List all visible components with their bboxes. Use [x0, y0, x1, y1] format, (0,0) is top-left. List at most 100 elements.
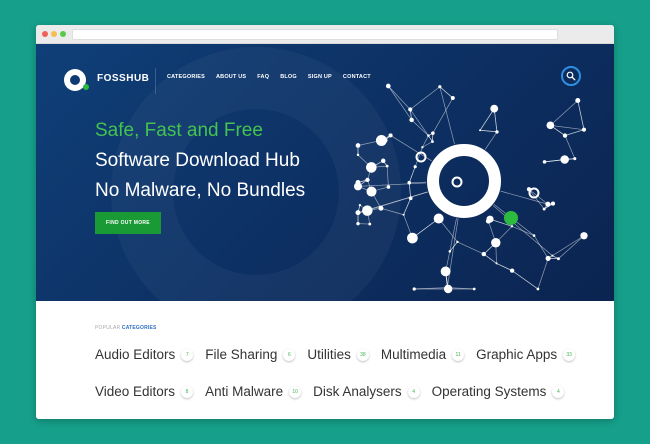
network-node: [575, 98, 581, 104]
network-node: [365, 177, 370, 183]
network-node: [510, 225, 514, 228]
network-node: [402, 213, 405, 216]
network-node: [495, 130, 499, 134]
network-node: [358, 203, 362, 207]
network-edge: [457, 241, 484, 255]
network-edge: [403, 198, 412, 215]
network-edge: [408, 182, 412, 199]
category-name: Graphic Apps: [476, 347, 558, 362]
network-node: [407, 180, 412, 185]
category-count: 7: [181, 348, 194, 361]
category-name: Utilities: [307, 347, 351, 362]
category-anti-malware[interactable]: Anti Malware 10: [205, 384, 302, 399]
nav-faq[interactable]: FAQ: [257, 74, 269, 80]
network-node: [433, 213, 444, 224]
nav-contact[interactable]: CONTACT: [343, 74, 371, 80]
network-edge: [558, 235, 585, 259]
network-edge: [357, 182, 427, 187]
network-node: [431, 131, 435, 135]
network-edge: [380, 207, 404, 216]
network-edge: [386, 166, 389, 187]
network-edge: [408, 166, 416, 183]
network-node: [486, 215, 494, 223]
category-row-2: Video Editors 8 Anti Malware 10 Disk Analy…: [95, 384, 565, 399]
address-bar[interactable]: [72, 29, 558, 40]
network-edge: [439, 86, 454, 99]
network-edge: [446, 218, 459, 288]
network-node: [375, 134, 387, 146]
category-count: 4: [407, 385, 420, 398]
network-node: [479, 129, 482, 132]
network-node: [388, 133, 393, 138]
network-node: [356, 221, 360, 226]
category-count: 38: [356, 348, 369, 361]
network-center-ring: [427, 144, 501, 218]
network-node: [573, 157, 577, 161]
network-edge: [533, 235, 549, 259]
network-node: [545, 255, 551, 261]
minimize-window-button[interactable]: [51, 31, 57, 37]
category-name: File Sharing: [205, 347, 278, 362]
network-node: [378, 205, 384, 211]
network-node: [386, 185, 391, 189]
category-count: 11: [452, 348, 465, 361]
network-node: [580, 232, 588, 240]
network-edge: [483, 253, 497, 264]
category-name: Multimedia: [380, 347, 447, 362]
network-node: [546, 121, 555, 130]
header-divider: [155, 68, 156, 94]
nav-about-us[interactable]: ABOUT US: [216, 74, 246, 80]
category-graphic-apps[interactable]: Graphic Apps 33: [476, 347, 576, 362]
network-node: [542, 160, 547, 164]
heading-highlight: CATEGORIES: [121, 325, 157, 331]
network-node: [408, 107, 413, 112]
network-node: [581, 127, 587, 132]
category-multimedia[interactable]: Multimedia 11: [380, 347, 465, 362]
network-node: [355, 143, 361, 148]
find-out-more-button[interactable]: FIND OUT MORE: [95, 212, 161, 234]
search-icon: [566, 71, 576, 81]
category-count: 33: [563, 348, 576, 361]
hero-headline-2: Software Download Hub: [95, 150, 300, 171]
network-node: [550, 201, 556, 206]
network-node: [356, 211, 360, 215]
network-node: [413, 165, 417, 169]
network-node: [421, 146, 424, 149]
network-node: [407, 232, 418, 244]
network-node: [362, 205, 373, 216]
network-node: [490, 104, 499, 113]
hero-headline-3: No Malware, No Bundles: [95, 180, 306, 201]
maximize-window-button[interactable]: [60, 31, 66, 37]
network-node: [560, 155, 569, 164]
network-node: [431, 140, 434, 143]
category-operating-systems[interactable]: Operating Systems 4: [432, 384, 565, 399]
category-name: Audio Editors: [95, 347, 176, 362]
nav-blog[interactable]: BLOG: [280, 74, 297, 80]
category-audio-editors[interactable]: Audio Editors 7: [95, 347, 194, 362]
category-file-sharing[interactable]: File Sharing 6: [205, 347, 296, 362]
logo-text[interactable]: FOSSHUB: [97, 73, 149, 84]
network-edge: [496, 263, 513, 271]
category-utilities[interactable]: Utilities 38: [307, 347, 369, 362]
browser-titlebar: [36, 25, 614, 44]
network-node: [450, 96, 455, 101]
close-window-button[interactable]: [42, 31, 48, 37]
heading-prefix: POPULAR: [95, 325, 122, 331]
network-node: [542, 207, 546, 211]
network-node: [409, 117, 414, 123]
network-edge: [409, 109, 429, 136]
network-node: [427, 134, 430, 137]
network-edge: [411, 119, 429, 136]
network-edge: [409, 181, 427, 184]
search-button[interactable]: [561, 66, 581, 86]
nav-sign-up[interactable]: SIGN UP: [308, 74, 332, 80]
category-disk-analysers[interactable]: Disk Analysers 4: [313, 384, 420, 399]
popular-categories-heading: POPULAR CATEGORIES: [95, 325, 157, 331]
category-video-editors[interactable]: Video Editors 8: [95, 384, 194, 399]
network-node: [443, 284, 453, 294]
nav-categories[interactable]: CATEGORIES: [167, 74, 205, 80]
network-node: [472, 287, 476, 291]
network-node: [536, 287, 540, 291]
category-count: 6: [283, 348, 296, 361]
network-edge: [492, 205, 553, 256]
